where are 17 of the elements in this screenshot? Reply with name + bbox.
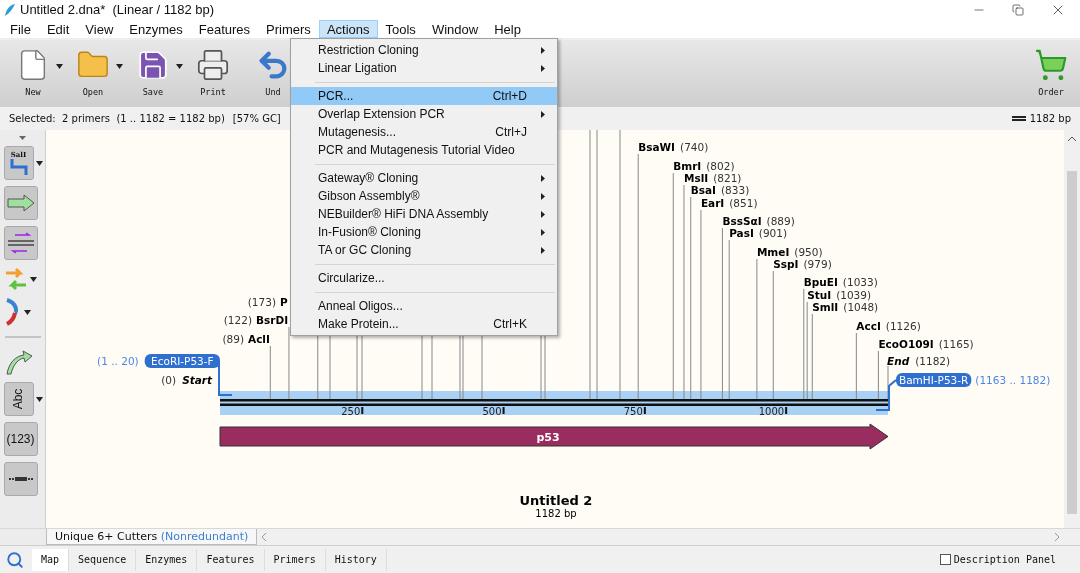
tick-label: 750 [623,406,643,417]
primer-range: (1163 .. 1182) [975,374,1051,386]
tick-label: 1000 [758,406,785,417]
map-length: 1182 bp [535,508,577,519]
sequence-start-label: (0) Start [161,374,212,386]
selection-info: Selected: 2 primers (1 .. 1182 = 1182 bp) [9,112,225,126]
sequence-end-label: End (1182) [887,355,951,367]
site-position: (89) [222,333,244,345]
gc-content: [57% GC] [232,112,281,126]
primer-range: (1 .. 20) [97,355,139,367]
site-position: (173) [247,296,276,308]
site-position: (122) [223,314,252,326]
window-title: Untitled 2.dna* (Linear / 1182 bp) [20,1,215,20]
sequence-length: 1182 bp [1029,112,1071,126]
tick-label: 500 [482,406,502,417]
map-title: Untitled 2 [519,493,593,508]
tick-label: 250 [341,406,361,417]
